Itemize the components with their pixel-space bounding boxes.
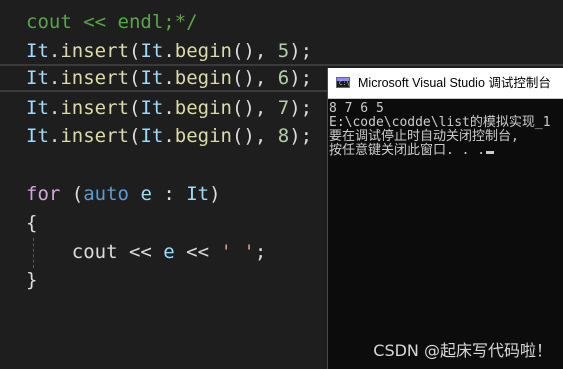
code-token: It bbox=[26, 40, 49, 62]
console-output-line: 按任意键关闭此窗口. . . bbox=[329, 143, 495, 158]
code-token: ( bbox=[128, 97, 141, 119]
code-token: ' ' bbox=[220, 241, 255, 263]
console-output[interactable]: 8 7 6 5 E:\code\codde\list的模拟实现_1 要在调试停止… bbox=[328, 99, 563, 369]
code-line[interactable]: It.insert(It.begin(), 5); bbox=[0, 37, 563, 65]
code-token: begin bbox=[174, 40, 232, 62]
text-cursor bbox=[486, 151, 495, 154]
code-token: insert bbox=[60, 67, 129, 89]
code-token: It bbox=[140, 40, 164, 62]
code-token: ( bbox=[128, 40, 141, 62]
code-line-text: for (auto e : It) bbox=[26, 180, 221, 208]
code-token: ); bbox=[289, 67, 313, 89]
code-token: It bbox=[140, 125, 164, 147]
code-token: insert bbox=[60, 40, 129, 62]
console-titlebar[interactable]: C:\ Microsoft Visual Studio 调试控制台 bbox=[328, 68, 563, 99]
console-title: Microsoft Visual Studio 调试控制台 bbox=[358, 76, 551, 90]
code-line-text: It.insert(It.begin(), 6); bbox=[26, 66, 312, 90]
code-token: auto bbox=[83, 183, 129, 205]
code-token: } bbox=[26, 269, 38, 291]
code-token: << bbox=[174, 241, 221, 263]
code-token: It bbox=[186, 183, 210, 205]
code-token: . bbox=[48, 40, 61, 62]
code-line-text: It.insert(It.begin(), 8); bbox=[26, 122, 312, 150]
code-token: { bbox=[26, 212, 38, 234]
code-token: ); bbox=[289, 125, 313, 147]
code-token: ; bbox=[254, 241, 267, 263]
code-line-text: It.insert(It.begin(), 7); bbox=[26, 94, 312, 122]
code-token: cout << bbox=[26, 241, 164, 263]
code-token: (), bbox=[231, 40, 278, 62]
console-prompt-text: 按任意键关闭此窗口. . . bbox=[329, 143, 486, 158]
code-token: ); bbox=[289, 40, 313, 62]
code-token: ); bbox=[289, 97, 313, 119]
code-token: begin bbox=[174, 97, 232, 119]
screen: cout << endl;*/It.insert(It.begin(), 5);… bbox=[0, 0, 563, 369]
code-token: ( bbox=[60, 183, 84, 205]
code-token: . bbox=[163, 97, 175, 119]
code-token: (), bbox=[231, 97, 278, 119]
code-token: 6 bbox=[277, 67, 290, 89]
code-token: ( bbox=[128, 67, 141, 89]
code-token: . bbox=[163, 40, 175, 62]
code-token: 5 bbox=[277, 40, 290, 62]
code-line-text: } bbox=[26, 266, 37, 294]
code-token: e bbox=[163, 241, 175, 263]
code-token: . bbox=[48, 125, 61, 147]
code-token: It bbox=[26, 67, 49, 89]
code-line-text: It.insert(It.begin(), 5); bbox=[26, 37, 312, 65]
code-token: (), bbox=[231, 125, 278, 147]
console-output-line: E:\code\codde\list的模拟实现_1 bbox=[329, 115, 551, 130]
code-token: ) bbox=[209, 183, 221, 205]
code-token: (), bbox=[231, 67, 278, 89]
watermark: CSDN @起床写代码啦！ bbox=[373, 341, 552, 360]
code-token: 7 bbox=[277, 97, 290, 119]
code-token: e bbox=[140, 183, 152, 205]
code-line-text: cout << endl;*/ bbox=[26, 8, 198, 36]
code-token: . bbox=[48, 67, 61, 89]
console-output-line: 8 7 6 5 bbox=[329, 101, 384, 116]
code-token: for bbox=[26, 183, 61, 205]
code-token: . bbox=[163, 125, 175, 147]
code-line[interactable]: cout << endl;*/ bbox=[0, 8, 563, 36]
code-token: ( bbox=[128, 125, 141, 147]
code-token: It bbox=[26, 125, 49, 147]
debug-console-window[interactable]: C:\ Microsoft Visual Studio 调试控制台 8 7 6 … bbox=[327, 68, 563, 369]
code-token: 8 bbox=[277, 125, 290, 147]
code-token: cout << endl;*/ bbox=[26, 11, 198, 33]
code-token: begin bbox=[174, 67, 232, 89]
code-token: It bbox=[26, 97, 49, 119]
code-token: : bbox=[151, 183, 187, 205]
code-token: begin bbox=[174, 125, 232, 147]
code-token: . bbox=[163, 67, 175, 89]
code-token: insert bbox=[60, 125, 129, 147]
console-output-line: 要在调试停止时自动关闭控制台, bbox=[329, 129, 519, 144]
code-token: It bbox=[140, 97, 164, 119]
code-token: insert bbox=[60, 97, 129, 119]
code-line-text: cout << e << ' '; bbox=[26, 238, 267, 266]
code-token: It bbox=[140, 67, 164, 89]
console-app-icon: C:\ bbox=[336, 77, 350, 88]
code-line-text: { bbox=[26, 209, 37, 237]
code-token: . bbox=[48, 97, 61, 119]
